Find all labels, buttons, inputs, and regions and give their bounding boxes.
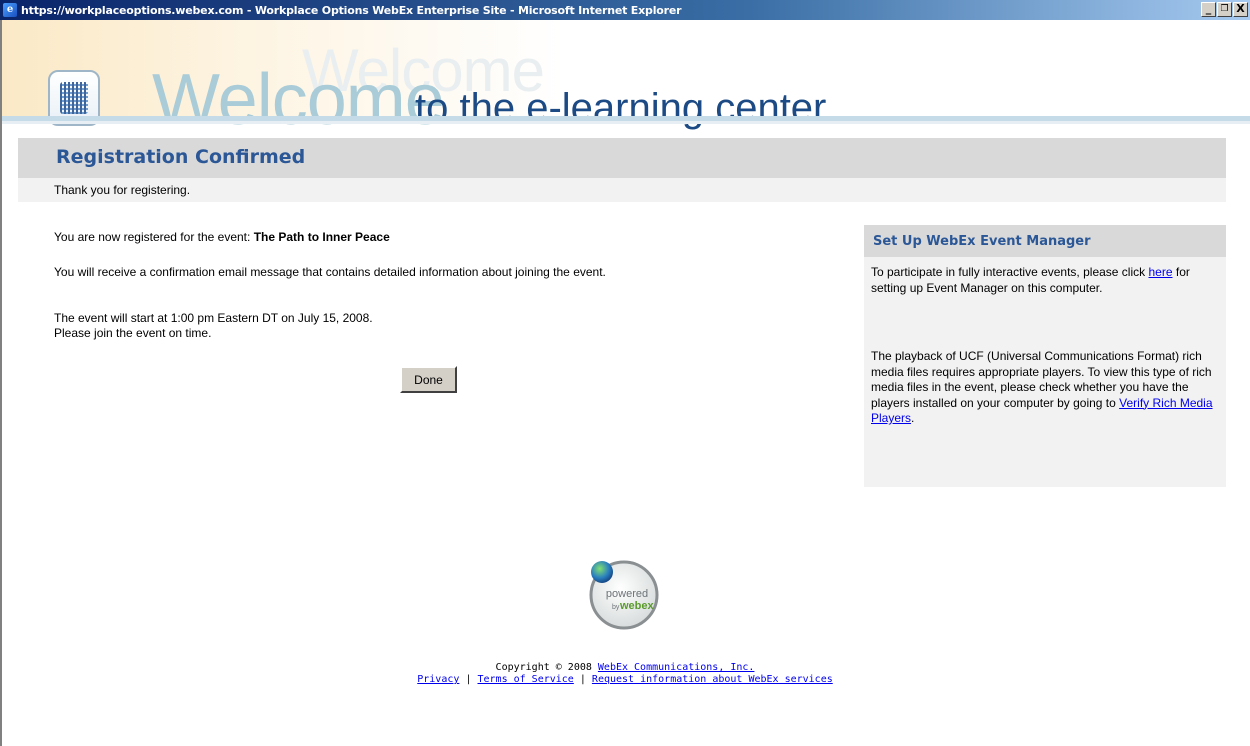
powered-by-text: by <box>612 604 620 611</box>
webex-communications-link[interactable]: WebEx Communications, Inc. <box>598 662 755 673</box>
window-frame-left <box>0 20 2 746</box>
request-info-link[interactable]: Request information about WebEx services <box>592 674 833 685</box>
event-manager-panel: Set Up WebEx Event Manager To participat… <box>864 225 1226 487</box>
setup-here-link[interactable]: here <box>1148 265 1172 279</box>
terms-link[interactable]: Terms of Service <box>478 674 574 685</box>
privacy-link[interactable]: Privacy <box>417 674 459 685</box>
globe-icon <box>591 561 613 583</box>
side-panel-header: Set Up WebEx Event Manager <box>864 225 1226 257</box>
footer-separator: | <box>579 674 586 685</box>
powered-by-webex-logo: powered by webex <box>589 560 659 630</box>
welcome-banner: Welcome Welcome to the e-learning center <box>2 20 1250 138</box>
minimize-button[interactable]: _ <box>1201 2 1216 17</box>
close-button[interactable]: X <box>1233 2 1248 17</box>
window-title-bar[interactable]: e https://workplaceoptions.webex.com - W… <box>0 0 1250 20</box>
join-notice: Please join the event on time. <box>54 326 212 340</box>
restore-button[interactable]: ❐ <box>1217 2 1232 17</box>
setup-text-before: To participate in fully interactive even… <box>871 265 1146 279</box>
event-name: The Path to Inner Peace <box>253 230 390 244</box>
event-start-time: The event will start at 1:00 pm Eastern … <box>54 311 373 325</box>
banner-welcome-text: Welcome <box>152 60 445 140</box>
copyright-line: Copyright © 2008 WebEx Communications, I… <box>0 662 1250 674</box>
window-controls: _ ❐ X <box>1201 2 1248 17</box>
thanks-bar: Thank you for registering. <box>18 178 1226 202</box>
thanks-message: Thank you for registering. <box>54 183 191 197</box>
side-panel-title: Set Up WebEx Event Manager <box>873 234 1091 249</box>
footer-links: Privacy | Terms of Service | Request inf… <box>0 674 1250 686</box>
banner-divider-light <box>2 121 1250 124</box>
done-button[interactable]: Done <box>400 366 457 393</box>
powered-brand-text: webex <box>619 600 655 612</box>
footer-separator: | <box>465 674 472 685</box>
playback-paragraph: The playback of UCF (Universal Communica… <box>871 349 1219 427</box>
setup-paragraph: To participate in fully interactive even… <box>871 265 1219 296</box>
ie-icon: e <box>3 3 17 17</box>
registered-event-line: You are now registered for the event: Th… <box>54 230 390 245</box>
page-title: Registration Confirmed <box>56 146 306 168</box>
registration-header: Registration Confirmed <box>18 138 1226 178</box>
window-title: https://workplaceoptions.webex.com - Wor… <box>21 3 682 17</box>
powered-text: powered <box>606 588 648 600</box>
logo-pattern <box>60 82 88 114</box>
registered-prefix: You are now registered for the event: <box>54 230 251 244</box>
email-notice: You will receive a confirmation email me… <box>54 265 606 279</box>
copyright-text: Copyright © 2008 <box>495 662 592 673</box>
playback-text-after: . <box>911 411 915 425</box>
